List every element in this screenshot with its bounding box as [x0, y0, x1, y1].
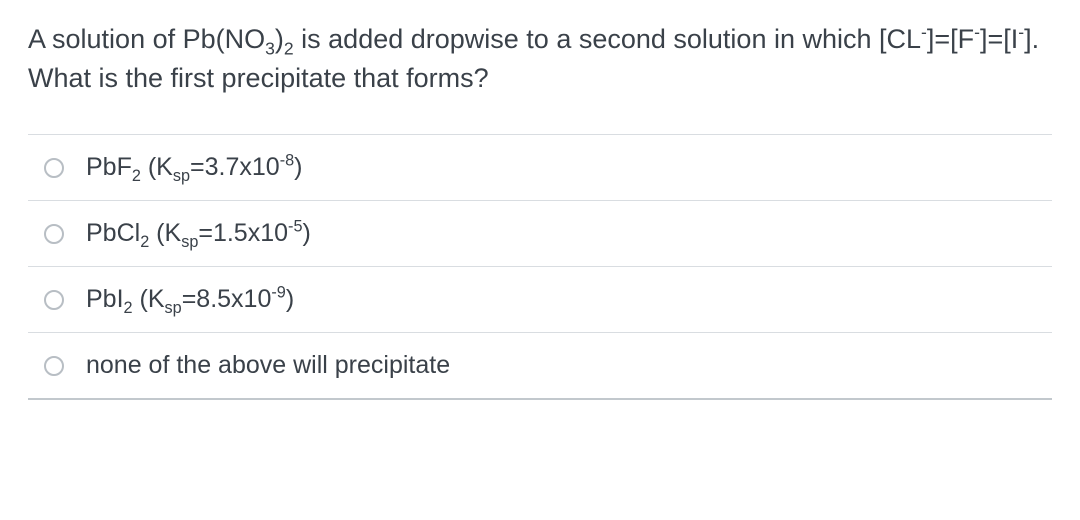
- t: -8: [280, 152, 294, 170]
- t: =8.5x10: [182, 285, 272, 313]
- q-part: is added dropwise to a second solution i…: [294, 24, 921, 54]
- t: (K: [133, 285, 165, 313]
- t: (K: [149, 219, 181, 247]
- option-label: PbCl2 (Ksp=1.5x10-5): [86, 219, 311, 248]
- radio-icon: [44, 356, 64, 376]
- t: (K: [141, 153, 173, 181]
- q-part: ): [275, 24, 284, 54]
- t: 2: [132, 167, 141, 185]
- t: =1.5x10: [198, 219, 288, 247]
- t: -9: [271, 284, 285, 302]
- t: ): [286, 285, 294, 313]
- radio-icon: [44, 290, 64, 310]
- t: ): [302, 219, 310, 247]
- option-label: none of the above will precipitate: [86, 351, 450, 380]
- option-none[interactable]: none of the above will precipitate: [28, 333, 1052, 400]
- t: 2: [124, 299, 133, 317]
- option-pbi2[interactable]: PbI2 (Ksp=8.5x10-9): [28, 267, 1052, 333]
- option-label: PbF2 (Ksp=3.7x10-8): [86, 153, 302, 182]
- question-text: A solution of Pb(NO3)2 is added dropwise…: [28, 20, 1052, 98]
- options-list: PbF2 (Ksp=3.7x10-8) PbCl2 (Ksp=1.5x10-5)…: [28, 134, 1052, 400]
- option-pbf2[interactable]: PbF2 (Ksp=3.7x10-8): [28, 135, 1052, 201]
- question-block: A solution of Pb(NO3)2 is added dropwise…: [0, 0, 1080, 400]
- q-sub: 3: [265, 38, 275, 58]
- t: PbCl: [86, 219, 140, 247]
- t: sp: [165, 299, 182, 317]
- t: =3.7x10: [190, 153, 280, 181]
- radio-icon: [44, 158, 64, 178]
- option-pbcl2[interactable]: PbCl2 (Ksp=1.5x10-5): [28, 201, 1052, 267]
- q-part: A solution of Pb(NO: [28, 24, 265, 54]
- t: PbI: [86, 285, 124, 313]
- radio-icon: [44, 224, 64, 244]
- t: sp: [181, 233, 198, 251]
- t: ): [294, 153, 302, 181]
- option-label: PbI2 (Ksp=8.5x10-9): [86, 285, 294, 314]
- t: sp: [173, 167, 190, 185]
- t: none of the above will precipitate: [86, 351, 450, 379]
- q-part: ]=[F: [927, 24, 974, 54]
- t: -5: [288, 218, 302, 236]
- t: PbF: [86, 153, 132, 181]
- t: 2: [140, 233, 149, 251]
- q-sub: 2: [284, 38, 294, 58]
- q-part: ]=[I: [980, 24, 1018, 54]
